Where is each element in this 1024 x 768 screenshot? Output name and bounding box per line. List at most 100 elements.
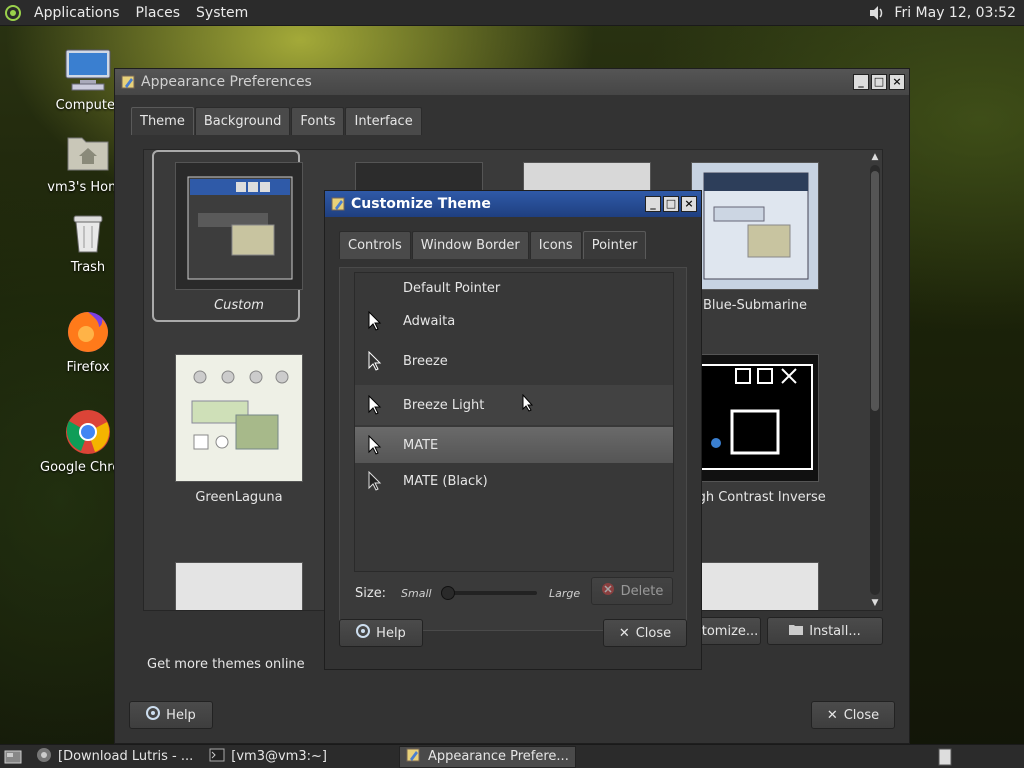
help-icon (146, 706, 161, 724)
maximize-button[interactable]: □ (663, 196, 679, 212)
scroll-thumb[interactable] (871, 171, 879, 411)
help-button-label: Help (166, 707, 196, 723)
theme-thumbnail (175, 162, 303, 290)
workspace-switcher[interactable] (932, 746, 958, 768)
install-button[interactable]: Install... (767, 617, 883, 645)
bottom-panel: [Download Lutris - ... [vm3@vm3:~] Appea… (0, 744, 1024, 768)
tab-interface[interactable]: Interface (345, 107, 422, 135)
theme-name: Blue-Submarine (702, 298, 808, 313)
tab-fonts[interactable]: Fonts (291, 107, 345, 135)
maximize-button[interactable]: □ (871, 74, 887, 90)
theme-thumbnail (175, 354, 303, 482)
delete-icon (601, 582, 615, 600)
theme-partial-bottom-left[interactable] (164, 562, 314, 610)
customize-title: Customize Theme (351, 196, 491, 212)
close-button[interactable]: ✕ Close (811, 701, 895, 729)
customize-titlebar[interactable]: Customize Theme _ □ × (325, 191, 701, 217)
system-menu[interactable]: System (188, 0, 256, 26)
taskbar-item-lutris[interactable]: [Download Lutris - ... (30, 746, 199, 768)
pointer-label: Breeze Light (403, 397, 485, 413)
show-desktop-icon[interactable] (0, 746, 26, 768)
list-item-selected[interactable]: MATE (355, 427, 673, 463)
delete-button-label: Delete (620, 583, 664, 599)
computer-icon (64, 46, 112, 94)
chrome-icon (64, 408, 112, 456)
pointer-label: Default Pointer (403, 280, 501, 296)
customize-app-icon (331, 196, 347, 212)
close-icon: ✕ (826, 707, 838, 723)
taskbar-item-label: Appearance Prefere... (427, 749, 569, 764)
tab-window-border[interactable]: Window Border (411, 231, 529, 259)
list-item[interactable]: Breeze Light (355, 385, 673, 425)
scroll-up-icon[interactable]: ▲ (869, 151, 881, 163)
tab-icons[interactable]: Icons (529, 231, 582, 259)
list-item[interactable]: Breeze (355, 343, 673, 379)
appearance-tabs: Theme Background Fonts Interface (131, 107, 423, 135)
minimize-button[interactable]: _ (645, 196, 661, 212)
taskbar-item-appearance[interactable]: Appearance Prefere... (398, 745, 576, 768)
pointer-label: Breeze (403, 353, 448, 369)
taskbar-item-terminal[interactable]: [vm3@vm3:~] (203, 746, 333, 768)
customize-tabs: Controls Window Border Icons Pointer (339, 231, 647, 259)
size-slider[interactable] (441, 586, 537, 600)
pointer-label: Adwaita (403, 313, 456, 329)
size-label: Size: (355, 585, 387, 601)
size-large-label: Large (549, 586, 581, 600)
places-menu[interactable]: Places (128, 0, 189, 26)
customize-body: Controls Window Border Icons Pointer Def… (325, 217, 701, 669)
theme-greenlaguna[interactable]: GreenLaguna (164, 354, 314, 505)
theme-thumbnail (691, 162, 819, 290)
list-item[interactable]: MATE (Black) (355, 463, 673, 499)
close-button-label: Close (635, 625, 672, 641)
get-more-themes-link[interactable]: Get more themes online (147, 657, 305, 672)
applications-menu[interactable]: Applications (26, 0, 128, 26)
home-folder-icon (64, 128, 112, 176)
theme-custom[interactable]: Custom (152, 150, 314, 322)
cursor-arrow-icon (355, 435, 395, 455)
theme-name: High Contrast Inverse (684, 490, 826, 505)
appearance-title: Appearance Preferences (141, 74, 312, 90)
clock[interactable]: Fri May 12, 03:52 (888, 5, 1024, 21)
tab-pointer[interactable]: Pointer (582, 231, 647, 259)
cursor-arrow-icon (355, 395, 395, 415)
help-icon (356, 624, 371, 642)
tab-controls[interactable]: Controls (339, 231, 411, 259)
cursor-arrow-icon (355, 311, 395, 331)
tab-theme[interactable]: Theme (131, 107, 194, 135)
help-button-label: Help (376, 625, 406, 641)
install-button-label: Install... (809, 623, 861, 639)
volume-icon[interactable] (866, 2, 888, 24)
pointer-label: MATE (403, 437, 439, 453)
scroll-down-icon[interactable]: ▼ (869, 597, 881, 609)
firefox-icon (64, 308, 112, 356)
mate-logo-icon[interactable] (0, 0, 26, 26)
taskbar-item-label: [vm3@vm3:~] (231, 749, 327, 764)
close-button-label: Close (843, 707, 880, 723)
delete-button[interactable]: Delete (591, 577, 673, 605)
help-button[interactable]: Help (339, 619, 423, 647)
help-button[interactable]: Help (129, 701, 213, 729)
close-window-button[interactable]: × (681, 196, 697, 212)
chrome-icon (36, 747, 52, 767)
top-panel: Applications Places System Fri May 12, 0… (0, 0, 1024, 26)
cursor-arrow-outline-icon (355, 351, 395, 371)
scroll-track[interactable] (870, 165, 880, 595)
appearance-titlebar[interactable]: Appearance Preferences _ □ × (115, 69, 909, 95)
close-icon: ✕ (618, 625, 630, 641)
close-button[interactable]: ✕ Close (603, 619, 687, 647)
list-item[interactable]: Default Pointer (355, 273, 673, 303)
minimize-button[interactable]: _ (853, 74, 869, 90)
theme-partial-bottom-right[interactable] (680, 562, 830, 610)
tab-background[interactable]: Background (194, 107, 291, 135)
trash-icon (64, 208, 112, 256)
appearance-app-icon (406, 747, 422, 767)
list-item[interactable]: Adwaita (355, 303, 673, 339)
theme-name: GreenLaguna (195, 490, 283, 505)
pointer-list[interactable]: Default Pointer Adwaita Breeze Breeze Li… (354, 272, 674, 572)
close-window-button[interactable]: × (889, 74, 905, 90)
theme-blue-submarine[interactable]: Blue-Submarine (680, 162, 830, 313)
theme-high-contrast-inverse[interactable]: High Contrast Inverse (680, 354, 830, 505)
size-slider-knob[interactable] (441, 586, 455, 600)
appearance-app-icon (121, 74, 137, 90)
themes-scrollbar[interactable]: ▲ ▼ (869, 151, 881, 611)
